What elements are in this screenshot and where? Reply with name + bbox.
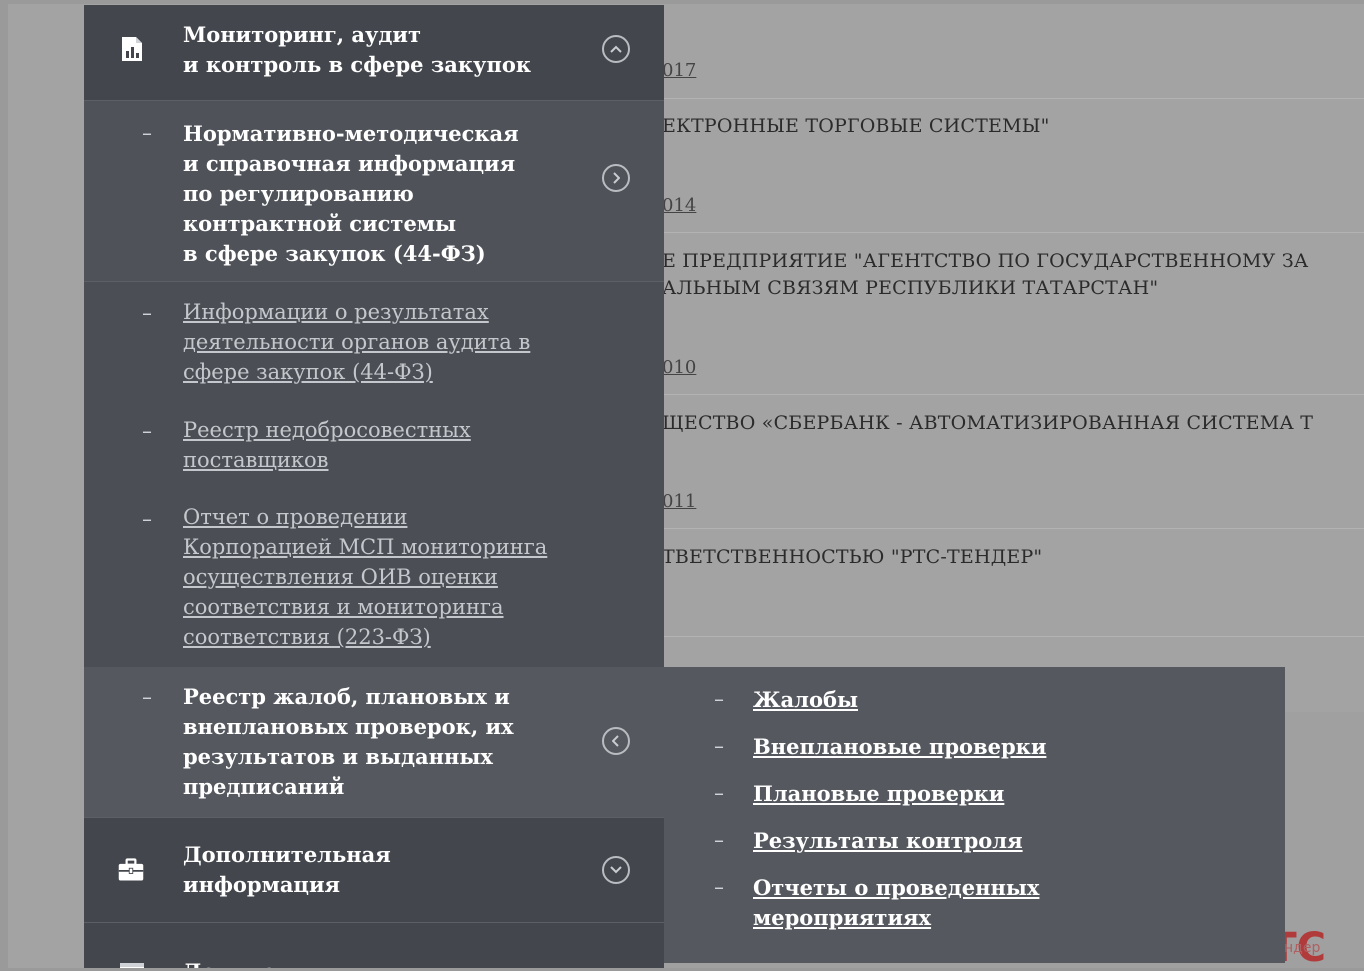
link-msp-monitoring-report[interactable]: Отчет о проведении Корпорацией МСП монит… <box>183 502 623 652</box>
label-line: внеплановых проверок, их <box>183 714 514 739</box>
side-menu: Мониторинг, аудит и контроль в сфере зак… <box>84 5 664 968</box>
link-line: Отчет о проведении <box>183 505 408 529</box>
rts-logo-subtext: ндер <box>1284 940 1321 956</box>
dash-marker: – <box>142 301 152 325</box>
bg-divider <box>655 394 1364 395</box>
link-line: соответствия и мониторинга <box>183 595 504 619</box>
dash-marker: – <box>714 875 724 899</box>
label-line: предписаний <box>183 774 345 799</box>
link-line: Жалобы <box>753 687 859 712</box>
label-line: Реестр жалоб, плановых и <box>183 684 510 709</box>
complaints-submenu: – Жалобы – Внеплановые проверки – Планов… <box>664 667 1285 963</box>
link-line: Информации о результатах <box>183 300 489 324</box>
bg-row-date[interactable]: 011 <box>662 491 696 512</box>
label-line: Нормативно-методическая <box>183 121 519 146</box>
dash-marker: – <box>142 121 152 145</box>
link-line: Реестр недобросовестных <box>183 418 471 442</box>
submenu-link-complaints[interactable]: Жалобы <box>753 685 1113 715</box>
submenu-link-scheduled-inspections[interactable]: Плановые проверки <box>753 779 1113 809</box>
dash-marker: – <box>142 507 152 531</box>
bg-row-text: ЕКТРОННЫЕ ТОРГОВЫЕ СИСТЕМЫ" <box>662 115 1050 137</box>
menu-item-label: Нормативно-методическая и справочная инф… <box>183 119 603 269</box>
link-line: осуществления ОИВ оценки <box>183 565 498 589</box>
submenu-link-control-results[interactable]: Результаты контроля <box>753 826 1113 856</box>
dash-marker: – <box>714 687 724 711</box>
menu-section-title: Мониторинг, аудит и контроль в сфере зак… <box>183 20 603 80</box>
submenu-link-events-reports[interactable]: Отчеты о проведенных мероприятиях <box>753 873 1113 933</box>
label-line: контрактной системы <box>183 211 457 236</box>
menu-section-documents[interactable]: Документы <box>84 923 664 968</box>
menu-section-additional-info[interactable]: Дополнительная информация <box>84 818 664 923</box>
title-line: Мониторинг, аудит <box>183 22 421 47</box>
link-line: Отчеты о проведенных <box>753 875 1040 900</box>
link-unfair-suppliers-registry[interactable]: Реестр недобросовестных поставщиков <box>183 415 623 475</box>
link-line: Плановые проверки <box>753 781 1005 806</box>
bg-row-text: ЩЕСТВО «СБЕРБАНК - АВТОМАТИЗИРОВАННАЯ СИ… <box>662 412 1314 434</box>
dash-marker: – <box>142 685 152 709</box>
chevron-up-circle-icon[interactable] <box>602 35 630 63</box>
submenu-link-unscheduled-inspections[interactable]: Внеплановые проверки <box>753 732 1113 762</box>
bg-divider <box>655 232 1364 233</box>
link-line: Корпорацией МСП мониторинга <box>183 535 548 559</box>
link-line: сфере закупок (44-ФЗ) <box>183 360 433 384</box>
label-line: по регулированию <box>183 181 414 206</box>
link-line: мероприятиях <box>753 905 932 930</box>
bg-row-text: ТВЕТСТВЕННОСТЬЮ "РТС-ТЕНДЕР" <box>662 546 1043 568</box>
dash-marker: – <box>714 828 724 852</box>
bg-row-text: АЛЬНЫМ СВЯЗЯМ РЕСПУБЛИКИ ТАТАРСТАН" <box>662 277 1159 299</box>
document-icon <box>118 959 146 968</box>
title-line: и контроль в сфере закупок <box>183 52 532 77</box>
menu-item-normative-info[interactable]: – Нормативно-методическая и справочная и… <box>84 101 664 282</box>
bg-row-date[interactable]: 017 <box>662 60 696 81</box>
briefcase-icon <box>117 856 145 884</box>
dash-marker: – <box>714 734 724 758</box>
bg-divider <box>655 636 1364 637</box>
dash-marker: – <box>142 419 152 443</box>
link-line: соответствия (223-ФЗ) <box>183 625 431 649</box>
link-line: Внеплановые проверки <box>753 734 1047 759</box>
link-line: деятельности органов аудита в <box>183 330 531 354</box>
menu-item-label: Реестр жалоб, плановых и внеплановых про… <box>183 682 603 802</box>
link-line: поставщиков <box>183 448 329 472</box>
label-line: Дополнительная <box>183 842 391 867</box>
chevron-right-circle-icon[interactable] <box>602 164 630 192</box>
menu-item-complaints-registry[interactable]: – Реестр жалоб, плановых и внеплановых п… <box>84 667 664 818</box>
label-line: и справочная информация <box>183 151 516 176</box>
chevron-left-circle-icon[interactable] <box>602 727 630 755</box>
bg-divider <box>655 528 1364 529</box>
link-audit-results[interactable]: Информации о результатах деятельности ор… <box>183 297 623 387</box>
bg-row-text: Е ПРЕДПРИЯТИЕ "АГЕНТСТВО ПО ГОСУДАРСТВЕН… <box>662 250 1309 272</box>
link-line: Результаты контроля <box>753 828 1023 853</box>
chevron-down-circle-icon[interactable] <box>602 856 630 884</box>
bg-row-date[interactable]: 010 <box>662 357 696 378</box>
bg-divider <box>655 98 1364 99</box>
dash-marker: – <box>714 781 724 805</box>
label-line: информация <box>183 872 341 897</box>
menu-section-monitoring[interactable]: Мониторинг, аудит и контроль в сфере зак… <box>84 5 664 101</box>
report-chart-icon <box>118 35 146 63</box>
menu-section-title: Документы <box>183 957 603 968</box>
menu-section-title: Дополнительная информация <box>183 840 603 900</box>
bg-row-date[interactable]: 014 <box>662 195 696 216</box>
label-line: в сфере закупок (44-ФЗ) <box>183 241 486 266</box>
label-line: результатов и выданных <box>183 744 493 769</box>
